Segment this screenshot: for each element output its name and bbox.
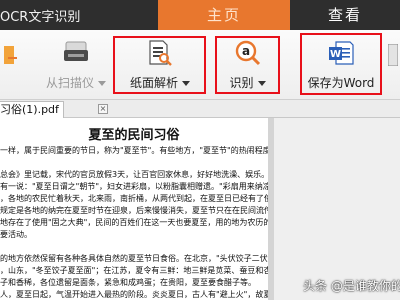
document-tab-label: 习俗(1).pdf (0, 103, 59, 116)
document-tab-bar: 习俗(1).pdf × (0, 100, 400, 118)
chevron-down-icon (182, 81, 190, 86)
side-panel (274, 118, 400, 300)
document-viewer: 夏至的民间习俗 一样，属于民间重要的节日，称为"夏至节"。有些地方，"夏至节"的… (0, 118, 400, 300)
document-line: 子和香稀，各位遗留是面条，紧急和成鸡蛋；在贵阳，夏至要食醋子等。 (0, 278, 256, 287)
chevron-down-icon (257, 81, 266, 86)
title-bar: OCR文字识别 主页 查看 (0, 0, 400, 30)
page-parse-button-label: 纸面解析 (129, 76, 178, 90)
document-line: 规定是各地的纳完在夏至时节在迎泉，后来慢慢消失，夏至节只在在民间流传，如 (0, 206, 268, 215)
document-line: 要活动。 (0, 230, 32, 239)
document-line: 一样，属于民间重要的节日，称为"夏至节"。有些地方，"夏至节"的热闹程度不亚 (0, 146, 268, 155)
document-line: ，各地的农民忙着秋天，北来雨，南折桶，从两代到起，在夏至日已经有了使用 (0, 194, 268, 203)
tab-view-label: 查看 (327, 6, 362, 24)
app-title: OCR文字识别 (0, 10, 81, 25)
document-line: 有一说："夏至日谓之"朝节"，妇女进彩扇，以粉脂囊相赠遗。"彩扇用来纳凉，香囊 (0, 182, 268, 191)
open-file-icon (4, 46, 17, 64)
svg-text:W: W (330, 49, 341, 60)
close-icon: × (99, 104, 107, 113)
document-magnifier-icon (149, 40, 172, 66)
recognize-button-label: 识别 (229, 76, 254, 90)
scanner-icon (64, 41, 88, 61)
save-as-word-button-label: 保存为Word (307, 76, 375, 90)
scan-button-label: 从扫描仪 (45, 76, 94, 90)
document-line: 的地方依然保留有各种各具体自然的夏至节日食俗。在北京，"头伏饺子二伏面，三伏 (0, 254, 268, 263)
save-as-word-button[interactable]: W 保存为Word (302, 30, 380, 100)
chevron-down-icon (98, 81, 106, 86)
document-page: 夏至的民间习俗 一样，属于民间重要的节日，称为"夏至节"。有些地方，"夏至节"的… (0, 118, 268, 300)
document-tab[interactable]: 习俗(1).pdf (0, 101, 64, 118)
tab-home[interactable]: 主页 (158, 0, 290, 30)
document-title: 夏至的民间习俗 (88, 128, 180, 143)
recognize-button[interactable]: a 识别 (217, 30, 278, 100)
ocr-app-window: OCR文字识别 主页 查看 从扫描仪 纸面解析 a 识别 W 保存为Word 习… (0, 0, 400, 300)
close-tab-button[interactable]: × (98, 104, 108, 114)
ribbon-toolbar: 从扫描仪 纸面解析 a 识别 W 保存为Word (0, 30, 400, 100)
tab-view[interactable]: 查看 (290, 0, 400, 30)
document-line: 地存在了使用"固之大典"，民间的百姓们在这一天也要夏至，用的地为农历的这 (0, 218, 268, 227)
letter-a-magnifier-icon: a (235, 40, 260, 66)
svg-text:a: a (241, 44, 249, 58)
document-line: ，山东，"冬至饺子夏至面"；在江苏，夏令有三鲜：地三鲜是苋菜、蚕豆和杏仁 (0, 266, 268, 275)
document-line: 人，夏至日起，气温开始进入最热的阶段。炎炎夏日，古人有"避上火"，故夏季有 (0, 290, 268, 299)
scan-button[interactable]: 从扫描仪 (36, 30, 116, 100)
document-line: 总会》里记载，宋代的官员放假3天，让百官回家休息，好好地洗澡、娱乐。 (0, 170, 268, 179)
watermark: 头条 @是谁教你的 (303, 279, 400, 293)
more-tools-button[interactable] (388, 30, 400, 100)
open-file-button[interactable] (0, 30, 20, 100)
word-document-icon: W (329, 41, 354, 65)
tab-home-label: 主页 (206, 6, 241, 24)
document-icon (388, 44, 398, 66)
page-parse-button[interactable]: 纸面解析 (116, 30, 204, 100)
